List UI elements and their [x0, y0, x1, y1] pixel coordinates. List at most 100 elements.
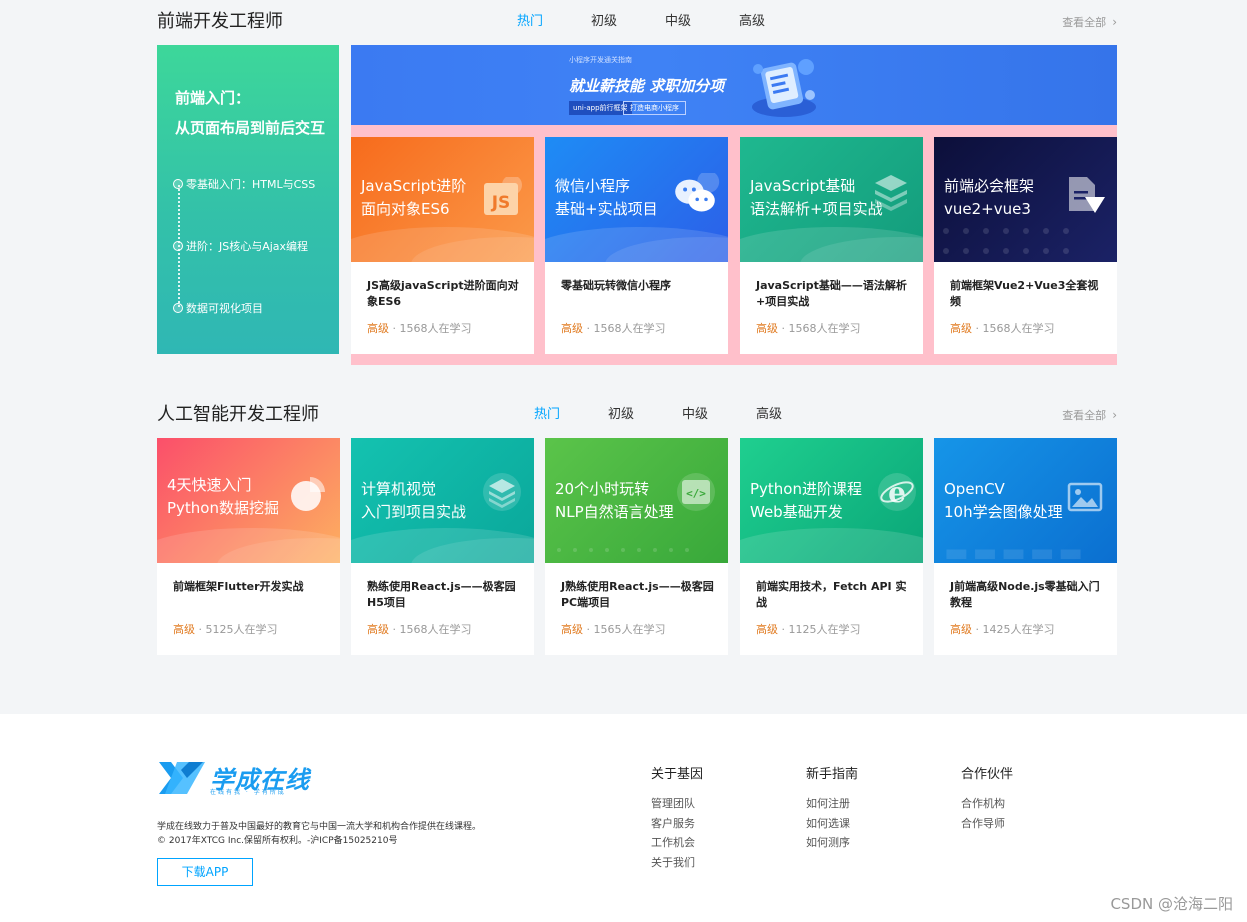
image-icon — [1067, 482, 1103, 512]
cover-text: Python进阶课程 Web基础开发 — [750, 480, 862, 521]
dot-pattern — [943, 228, 1069, 254]
tab-intermediate[interactable]: 中级 — [658, 405, 732, 425]
footer-link[interactable]: 客户服务 — [651, 814, 703, 834]
view-all-link[interactable]: 查看全部 › — [1062, 407, 1117, 423]
pie-chart-icon — [291, 477, 325, 511]
footer-link[interactable]: 如何注册 — [806, 794, 858, 814]
cover-text: 4天快速入门 Python数据挖掘 — [167, 476, 279, 517]
view-all-link[interactable]: 查看全部 › — [1062, 14, 1117, 30]
level-badge: 高级 — [950, 623, 972, 636]
course-title: 前端实用技术，Fetch API 实战 — [756, 580, 907, 609]
circle-dot-icon — [173, 241, 183, 251]
learner-count: · 1125人在学习 — [778, 623, 861, 636]
footer-desc-line: 学成在线致力于普及中国最好的教育它与中国一流大学和机构合作提供在线课程。 — [157, 822, 482, 832]
cover-text: 微信小程序 基础+实战项目 — [555, 177, 658, 218]
footer-link[interactable]: 合作导师 — [961, 814, 1013, 834]
course-card[interactable]: 计算机视觉 入门到项目实战 熟练使用React.js——极客园H5项目 高级 ·… — [351, 438, 534, 655]
cover-wave — [740, 528, 923, 563]
promo-line2: 从页面布局到前后交互 — [175, 119, 326, 137]
course-card[interactable]: JavaScript基础 语法解析+项目实战 JavaScript基础——语法解… — [740, 137, 923, 354]
banner-headline: 就业薪技能 求职加分项 — [569, 77, 725, 95]
course-title: 前端框架Flutter开发实战 — [173, 580, 304, 593]
svg-text:</>: </> — [686, 487, 706, 500]
code-icon: </> — [677, 473, 715, 511]
course-meta: 高级 · 1568人在学习 — [756, 320, 860, 336]
csdn-watermark: CSDN @沧海二阳 — [1110, 895, 1233, 913]
course-meta: 高级 · 1125人在学习 — [756, 621, 860, 637]
wechat-icon — [675, 173, 720, 212]
course-cover: 20个小时玩转 NLP自然语言处理 </> — [545, 438, 728, 563]
section-title: 前端开发工程师 — [157, 11, 283, 32]
course-title: 前端框架Vue2+Vue3全套视频 — [950, 279, 1099, 308]
learner-count: · 1568人在学习 — [778, 322, 861, 335]
level-tabs: 热门 初级 中级 高级 — [510, 405, 806, 425]
level-badge: 高级 — [950, 322, 972, 335]
phone-illustration-icon — [752, 59, 816, 117]
banner-pill: 打造电商小程序 — [623, 101, 686, 115]
cover-text: 计算机视觉 入门到项目实战 — [361, 480, 467, 521]
download-app-button[interactable]: 下载APP — [157, 858, 253, 886]
promo-panel[interactable]: 前端入门： 从页面布局到前后交互 零基础入门：HTML与CSS 进阶：JS核心与… — [157, 45, 339, 354]
banner-content: 小程序开发通关指南 就业薪技能 求职加分项 uni-app前行框架 打造电商小程… — [561, 51, 826, 121]
tab-beginner[interactable]: 初级 — [567, 12, 641, 32]
level-tabs: 热门 初级 中级 高级 — [493, 12, 789, 32]
course-cover: Python进阶课程 Web基础开发 e — [740, 438, 923, 563]
cover-text: OpenCV 10h学会图像处理 — [944, 480, 1063, 521]
course-meta: 高级 · 1568人在学习 — [367, 621, 471, 637]
cover-text: 前端必会框架 vue2+vue3 — [944, 177, 1035, 218]
js-icon: JS — [484, 177, 522, 215]
site-footer: 学成在线 在线有我 · 学有所成 学成在线致力于普及中国最好的教育它与中国一流大… — [0, 714, 1247, 922]
chevron-right-icon: › — [1112, 15, 1117, 29]
course-cover: JavaScript基础 语法解析+项目实战 — [740, 137, 923, 262]
footer-heading: 关于基因 — [651, 767, 704, 782]
tab-intermediate[interactable]: 中级 — [641, 12, 715, 32]
footer-heading: 合作伙伴 — [961, 767, 1014, 782]
course-cover: OpenCV 10h学会图像处理 ▬▬▬▬▬ — [934, 438, 1117, 563]
course-card[interactable]: JavaScript进阶 面向对象ES6 JS JS高级javaScript进阶… — [351, 137, 534, 354]
view-all-label: 查看全部 — [1062, 409, 1107, 422]
level-badge: 高级 — [561, 623, 583, 636]
course-card[interactable]: OpenCV 10h学会图像处理 ▬▬▬▬▬ J前端高级Node.js零基础入门… — [934, 438, 1117, 655]
footer-link[interactable]: 管理团队 — [651, 794, 703, 814]
cover-text: JavaScript进阶 面向对象ES6 — [361, 177, 467, 218]
course-title: JS高级javaScript进阶面向对象ES6 — [367, 279, 519, 308]
footer-link[interactable]: 如何选课 — [806, 814, 858, 834]
cover-text: 20个小时玩转 NLP自然语言处理 — [555, 480, 674, 521]
tab-advanced[interactable]: 高级 — [732, 405, 806, 425]
course-card[interactable]: Python进阶课程 Web基础开发 e 前端实用技术，Fetch API 实战… — [740, 438, 923, 655]
course-cover: 前端必会框架 vue2+vue3 — [934, 137, 1117, 262]
tab-advanced[interactable]: 高级 — [715, 12, 789, 32]
footer-link[interactable]: 关于我们 — [651, 853, 703, 873]
circle-dot-icon — [173, 303, 183, 313]
level-badge: 高级 — [756, 322, 778, 335]
course-card[interactable]: 前端必会框架 vue2+vue3 前端框架Vue2+Vue3全套视频 高级 · … — [934, 137, 1117, 354]
svg-text:JS: JS — [491, 193, 511, 213]
course-meta: 高级 · 1568人在学习 — [367, 320, 471, 336]
footer-description: 学成在线致力于普及中国最好的教育它与中国一流大学和机构合作提供在线课程。 © 2… — [157, 820, 481, 848]
course-card[interactable]: 微信小程序 基础+实战项目 零基础玩转微信小程序 高级 · 1568人在学习 — [545, 137, 728, 354]
circle-dot-icon — [173, 179, 183, 189]
learner-count: · 1568人在学习 — [389, 322, 472, 335]
cover-watermark-shape: ▬▬▬▬▬ — [944, 538, 1087, 563]
level-badge: 高级 — [367, 322, 389, 335]
layers-icon — [875, 175, 907, 211]
tab-beginner[interactable]: 初级 — [584, 405, 658, 425]
course-card[interactable]: 20个小时玩转 NLP自然语言处理 </> J熟练使用React.js——极客园… — [545, 438, 728, 655]
course-cover: 计算机视觉 入门到项目实战 — [351, 438, 534, 563]
promo-step-label: 零基础入门：HTML与CSS — [186, 178, 316, 191]
cover-text: JavaScript基础 语法解析+项目实战 — [750, 177, 883, 218]
section-header: 人工智能开发工程师 热门 初级 中级 高级 查看全部 › — [157, 402, 1117, 432]
course-card[interactable]: 4天快速入门 Python数据挖掘 前端框架Flutter开发实战 高级 · 5… — [157, 438, 340, 655]
banner-ad[interactable]: 小程序开发通关指南 就业薪技能 求职加分项 uni-app前行框架 打造电商小程… — [351, 45, 1117, 125]
promo-step-label: 进阶：JS核心与Ajax编程 — [186, 240, 309, 253]
footer-link[interactable]: 如何测序 — [806, 833, 858, 853]
footer-link[interactable]: 合作机构 — [961, 794, 1013, 814]
tab-hot[interactable]: 热门 — [510, 405, 584, 425]
course-cover: 微信小程序 基础+实战项目 — [545, 137, 728, 262]
footer-column-guide: 新手指南 如何注册 如何选课 如何测序 — [806, 763, 858, 853]
layers-icon — [483, 473, 521, 511]
footer-link[interactable]: 工作机会 — [651, 833, 703, 853]
footer-heading: 新手指南 — [806, 767, 859, 782]
footer-copyright: © 2017年XTCG Inc.保留所有权利。-沪ICP备15025210号 — [157, 836, 398, 846]
tab-hot[interactable]: 热门 — [493, 12, 567, 32]
